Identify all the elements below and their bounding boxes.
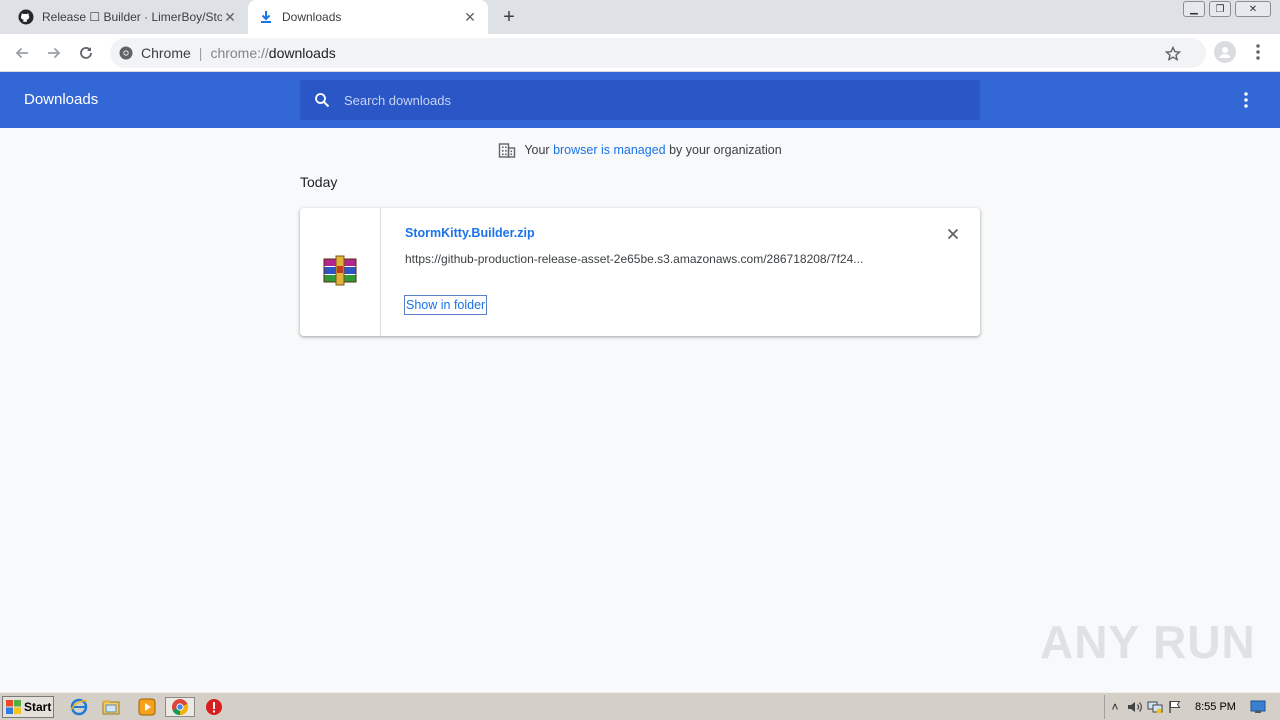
anyrun-watermark: ANY RUN xyxy=(1040,612,1256,672)
start-button[interactable]: Start xyxy=(2,696,54,718)
tab-close-icon[interactable]: ✕ xyxy=(222,9,238,25)
winrar-archive-icon xyxy=(323,255,357,290)
file-source-url[interactable]: https://github-production-release-asset-… xyxy=(405,252,900,266)
download-icon xyxy=(258,9,274,25)
address-bar[interactable]: Chrome | chrome:// downloads xyxy=(110,38,1206,68)
network-icon[interactable] xyxy=(1145,697,1165,717)
system-clock[interactable]: 8:55 PM xyxy=(1195,701,1236,713)
file-name-link[interactable]: StormKitty.Builder.zip xyxy=(405,226,535,240)
close-icon: ✕ xyxy=(1235,1,1271,17)
github-icon xyxy=(18,9,34,25)
restore-button[interactable]: ❐ xyxy=(1209,0,1231,18)
forward-arrow-icon[interactable] xyxy=(42,41,66,65)
omnibox-separator: | xyxy=(198,45,203,61)
building-icon xyxy=(498,141,516,159)
minimize-icon: ▁ xyxy=(1183,1,1205,17)
file-icon-column xyxy=(300,208,381,336)
show-hidden-icons-chevron-icon[interactable]: ˄ xyxy=(1105,697,1125,717)
tab-downloads[interactable]: Downloads ✕ xyxy=(248,0,488,34)
system-tray: ˄ 8:55 PM xyxy=(1104,695,1278,719)
more-actions-icon[interactable] xyxy=(1238,88,1254,112)
chrome-taskbar-icon[interactable] xyxy=(165,697,195,717)
page-title: Downloads xyxy=(24,91,99,108)
site-label: Chrome xyxy=(141,45,191,61)
restore-icon: ❐ xyxy=(1209,1,1231,17)
site-chip[interactable]: Chrome xyxy=(118,45,191,61)
window-close-button[interactable]: ✕ xyxy=(1235,0,1271,18)
file-explorer-icon[interactable] xyxy=(100,697,122,717)
show-in-folder-button[interactable]: Show in folder xyxy=(404,295,488,315)
url-scheme: chrome:// xyxy=(210,45,269,61)
managed-prefix: Your xyxy=(524,143,554,157)
search-box[interactable] xyxy=(300,80,980,120)
tab-title: Release ☐ Builder · LimerBoy/StormKitty xyxy=(42,10,222,24)
managed-suffix: by your organization xyxy=(665,143,782,157)
stop-sign-app-icon[interactable] xyxy=(203,697,225,717)
tab-title: Downloads xyxy=(282,10,342,24)
remove-download-close-icon[interactable] xyxy=(945,226,961,242)
internet-explorer-icon[interactable] xyxy=(68,697,90,717)
volume-icon[interactable] xyxy=(1125,697,1145,717)
chrome-logo-icon xyxy=(118,45,134,61)
media-player-icon[interactable] xyxy=(136,697,158,717)
downloads-header: Downloads xyxy=(0,72,1280,128)
search-input[interactable] xyxy=(344,80,980,120)
windows-logo-icon xyxy=(5,699,21,715)
bookmark-star-icon[interactable] xyxy=(1164,45,1182,63)
action-center-flag-icon[interactable] xyxy=(1165,697,1185,717)
windows-taskbar: Start ˄ 8:55 PM xyxy=(0,692,1280,720)
back-arrow-icon[interactable] xyxy=(10,41,34,65)
browser-menu-icon[interactable] xyxy=(1250,41,1266,63)
url-host: downloads xyxy=(268,45,336,61)
watermark-text: ANY RUN xyxy=(1040,616,1256,668)
search-icon xyxy=(300,80,344,120)
download-card: StormKitty.Builder.zip https://github-pr… xyxy=(300,208,980,336)
tab-strip: Release ☐ Builder · LimerBoy/StormKitty … xyxy=(0,0,1280,34)
browser-toolbar: Chrome | chrome:// downloads xyxy=(0,34,1280,72)
managed-notice: Your browser is managed by your organiza… xyxy=(0,140,1280,160)
date-section-label: Today xyxy=(300,174,338,190)
new-tab-plus-icon[interactable]: + xyxy=(498,6,520,28)
start-label: Start xyxy=(24,700,52,714)
show-desktop-icon[interactable] xyxy=(1248,697,1268,717)
profile-avatar-icon[interactable] xyxy=(1214,41,1236,63)
managed-link[interactable]: browser is managed xyxy=(553,143,666,157)
reload-icon[interactable] xyxy=(74,41,98,65)
tab-release-builder[interactable]: Release ☐ Builder · LimerBoy/StormKitty … xyxy=(8,0,248,34)
minimize-button[interactable]: ▁ xyxy=(1183,0,1205,18)
tab-close-icon[interactable]: ✕ xyxy=(462,9,478,25)
